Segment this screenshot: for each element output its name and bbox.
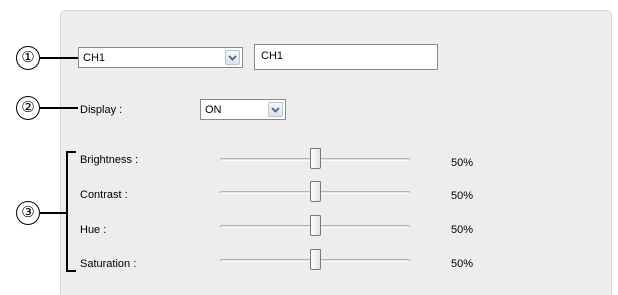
channel-select[interactable]: CH1 bbox=[78, 47, 243, 68]
hue-label: Hue : bbox=[80, 224, 107, 236]
hue-value: 50% bbox=[451, 224, 474, 236]
display-label: Display : bbox=[80, 104, 123, 116]
saturation-slider[interactable] bbox=[220, 249, 410, 273]
contrast-label: Contrast : bbox=[80, 189, 128, 201]
channel-name-value: CH1 bbox=[261, 50, 284, 62]
callout-1-leader bbox=[40, 57, 78, 59]
callout-2: ② bbox=[16, 96, 40, 120]
slider-thumb[interactable] bbox=[310, 215, 321, 236]
brightness-slider[interactable] bbox=[220, 148, 410, 172]
callout-1: ① bbox=[16, 46, 40, 70]
channel-select-value: CH1 bbox=[83, 52, 106, 64]
callout-3-bracket-bottom bbox=[66, 270, 76, 272]
channel-name-input[interactable]: CH1 bbox=[254, 44, 438, 70]
callout-3: ③ bbox=[16, 201, 40, 225]
brightness-value: 50% bbox=[451, 157, 474, 169]
slider-thumb[interactable] bbox=[310, 249, 321, 270]
slider-thumb[interactable] bbox=[310, 181, 321, 202]
saturation-value: 50% bbox=[451, 258, 474, 270]
contrast-slider[interactable] bbox=[220, 181, 410, 205]
brightness-label: Brightness : bbox=[80, 154, 139, 166]
hue-slider[interactable] bbox=[220, 215, 410, 239]
callout-3-leader bbox=[40, 212, 67, 214]
chevron-down-icon[interactable] bbox=[268, 102, 283, 117]
callout-3-bracket bbox=[66, 151, 68, 272]
slider-thumb[interactable] bbox=[310, 148, 321, 169]
display-select[interactable]: ON bbox=[200, 99, 286, 120]
saturation-label: Saturation : bbox=[80, 258, 137, 270]
callout-2-leader bbox=[40, 107, 78, 109]
display-select-value: ON bbox=[205, 104, 222, 116]
contrast-value: 50% bbox=[451, 190, 474, 202]
chevron-down-icon[interactable] bbox=[225, 50, 240, 65]
callout-3-bracket-top bbox=[66, 151, 76, 153]
